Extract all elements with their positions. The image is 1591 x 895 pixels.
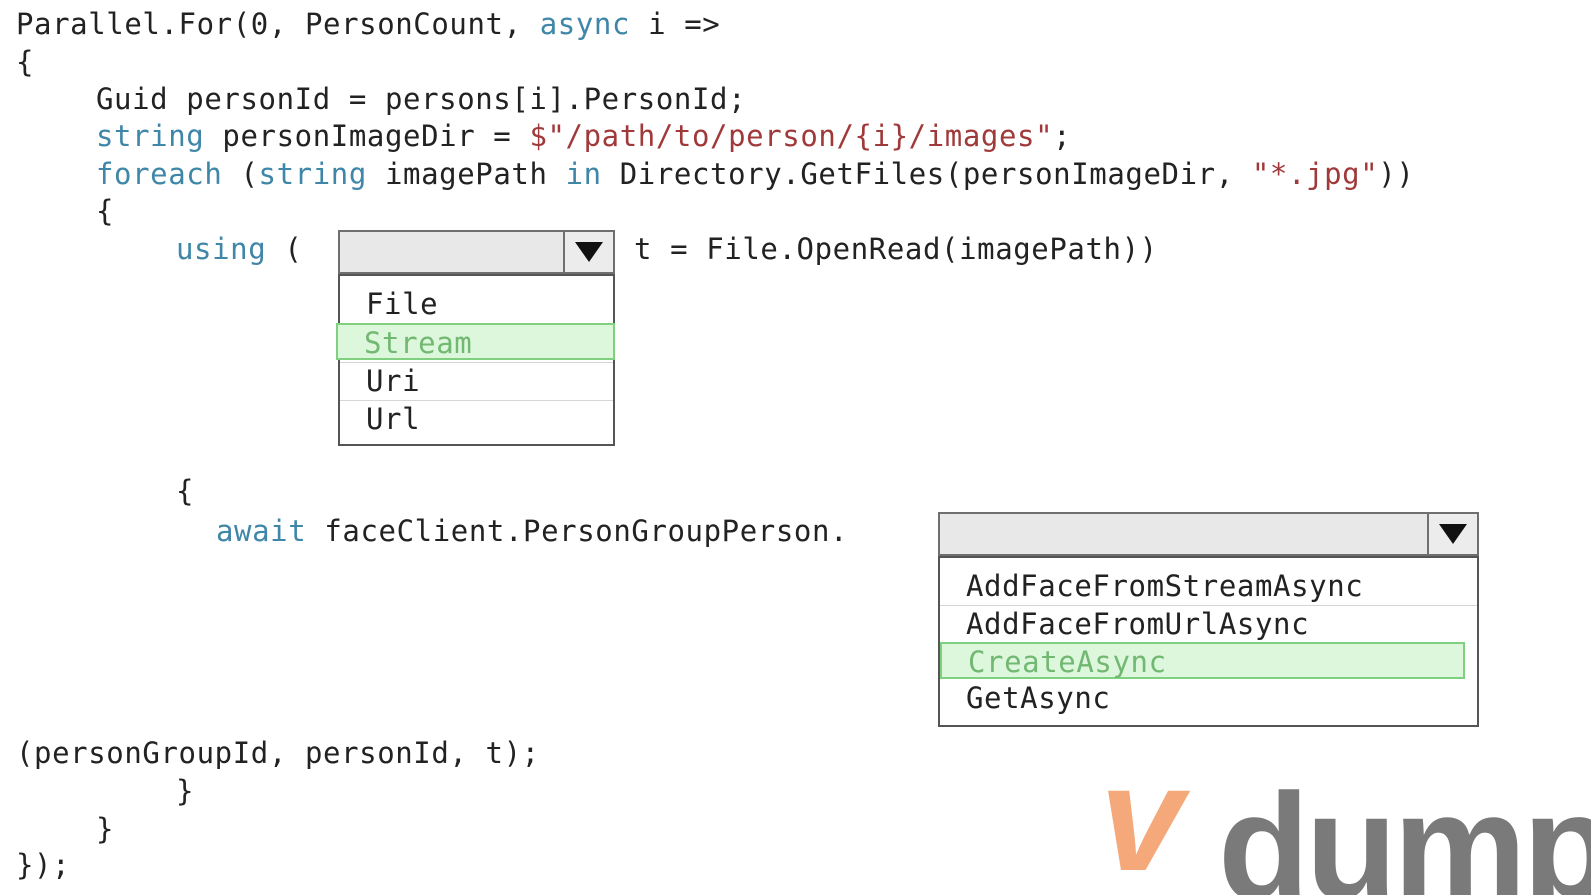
code-line-13: }); — [16, 848, 71, 882]
code-line-7b: t = File.OpenRead(imagePath)) — [634, 232, 1158, 266]
type-option-uri[interactable]: Uri — [340, 362, 613, 399]
method-dropdown-list: AddFaceFromStreamAsync AddFaceFromUrlAsy… — [938, 556, 1479, 727]
watermark-glyph: v — [1100, 770, 1184, 895]
code-line-9: await faceClient.PersonGroupPerson. — [216, 514, 849, 548]
code-line-3: Guid personId = persons[i].PersonId; — [96, 82, 747, 116]
code-line-4: string personImageDir = $"/path/to/perso… — [96, 119, 1072, 153]
watermark-logo: v dump — [1100, 770, 1591, 895]
code-line-10: (personGroupId, personId, t); — [16, 736, 540, 770]
type-option-stream[interactable]: Stream — [336, 323, 615, 360]
code-line-5: foreach (string imagePath in Directory.G… — [96, 157, 1415, 191]
method-dropdown-toggle[interactable] — [1427, 514, 1477, 554]
chevron-down-icon — [1439, 524, 1467, 544]
code-line-2: { — [16, 45, 35, 79]
code-line-7a: using ( — [176, 232, 303, 266]
type-dropdown[interactable] — [338, 230, 615, 274]
type-dropdown-list: File Stream Uri Url — [336, 274, 615, 446]
watermark-text: dump — [1218, 770, 1591, 895]
method-option-addfacefromstreamasync[interactable]: AddFaceFromStreamAsync — [940, 568, 1477, 605]
method-dropdown[interactable] — [938, 512, 1479, 556]
method-option-createasync[interactable]: CreateAsync — [940, 642, 1465, 679]
chevron-down-icon — [575, 242, 603, 262]
code-line-11: } — [176, 774, 195, 808]
type-option-file[interactable]: File — [340, 286, 613, 323]
method-option-getasync[interactable]: GetAsync — [940, 680, 1477, 717]
code-line-12: } — [96, 812, 115, 846]
code-line-1: Parallel.For(0, PersonCount, async i => — [16, 7, 721, 41]
type-dropdown-toggle[interactable] — [563, 232, 613, 272]
method-option-addfacefromurlasync[interactable]: AddFaceFromUrlAsync — [940, 605, 1477, 642]
code-line-6: { — [96, 194, 115, 228]
code-line-8: { — [176, 474, 195, 508]
type-option-url[interactable]: Url — [340, 400, 613, 437]
